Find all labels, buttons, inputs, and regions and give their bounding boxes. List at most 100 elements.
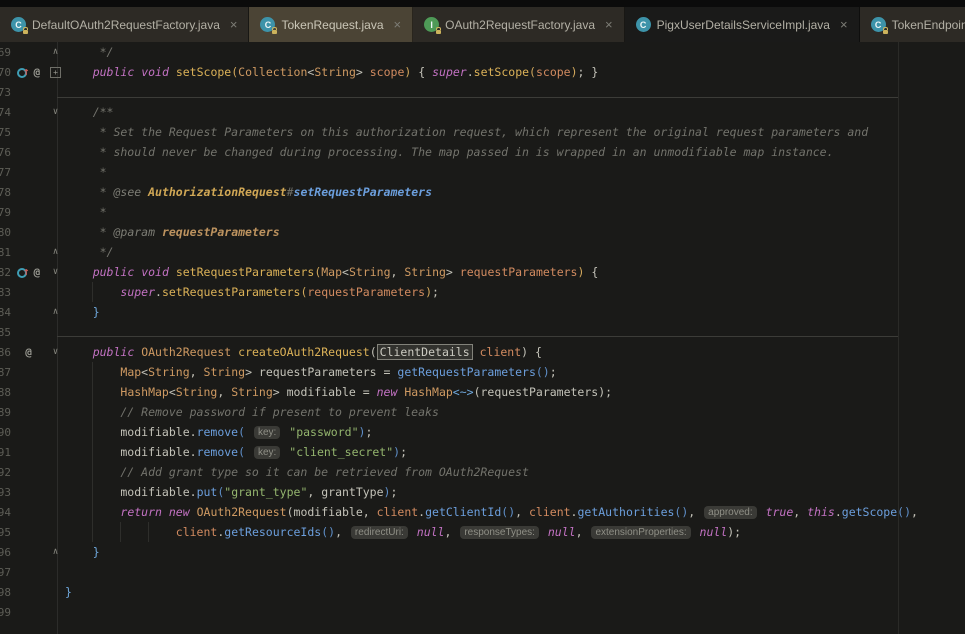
line-number[interactable]: 96 bbox=[0, 546, 11, 559]
override-arrow-icon: ↑ bbox=[23, 65, 30, 78]
fold-marker[interactable]: ∨ bbox=[46, 107, 65, 117]
line-number[interactable]: 85 bbox=[0, 326, 11, 339]
code-line-77[interactable]: 77 * bbox=[0, 162, 965, 182]
gutter-icons bbox=[11, 182, 46, 202]
fold-marker[interactable]: ∨ bbox=[46, 267, 65, 277]
code-line-75[interactable]: 75 * Set the Request Parameters on this … bbox=[0, 122, 965, 142]
code-line-89[interactable]: 89 // Remove password if present to prev… bbox=[0, 402, 965, 422]
code-line-82[interactable]: 82↑@∨ public void setRequestParameters(M… bbox=[0, 262, 965, 282]
code-line-81[interactable]: 81∧ */ bbox=[0, 242, 965, 262]
line-number[interactable]: 83 bbox=[0, 286, 11, 299]
close-icon[interactable]: × bbox=[230, 17, 238, 32]
lock-icon bbox=[23, 30, 28, 34]
fold-marker[interactable]: ∧ bbox=[46, 47, 65, 57]
line-number[interactable]: 75 bbox=[0, 126, 11, 139]
line-number[interactable]: 78 bbox=[0, 186, 11, 199]
line-number[interactable]: 76 bbox=[0, 146, 11, 159]
code-line-84[interactable]: 84∧ } bbox=[0, 302, 965, 322]
line-number[interactable]: 87 bbox=[0, 366, 11, 379]
fold-marker[interactable]: ∧ bbox=[46, 247, 65, 257]
line-number[interactable]: 77 bbox=[0, 166, 11, 179]
code-text: * should never be changed during process… bbox=[65, 145, 834, 159]
line-number[interactable]: 69 bbox=[0, 46, 11, 59]
code-line-96[interactable]: 96∧ } bbox=[0, 542, 965, 562]
code-text: */ bbox=[65, 45, 113, 59]
class-file-icon: C bbox=[871, 17, 886, 32]
line-number[interactable]: 89 bbox=[0, 406, 11, 419]
line-number[interactable]: 81 bbox=[0, 246, 11, 259]
tab-label: OAuth2RequestFactory.java bbox=[445, 18, 595, 32]
line-number[interactable]: 91 bbox=[0, 446, 11, 459]
line-number[interactable]: 84 bbox=[0, 306, 11, 319]
gutter-icons bbox=[11, 602, 46, 622]
close-icon[interactable]: × bbox=[840, 17, 848, 32]
code-line-70[interactable]: 70↑@+ public void setScope(Collection<St… bbox=[0, 62, 965, 82]
gutter-icons bbox=[11, 542, 46, 562]
code-line-86[interactable]: 86@∨ public OAuth2Request createOAuth2Re… bbox=[0, 342, 965, 362]
line-number[interactable]: 97 bbox=[0, 566, 11, 579]
line-number[interactable]: 74 bbox=[0, 106, 11, 119]
code-line-87[interactable]: 87 Map<String, String> requestParameters… bbox=[0, 362, 965, 382]
fold-plus-icon: + bbox=[50, 67, 61, 78]
tab-label: DefaultOAuth2RequestFactory.java bbox=[32, 18, 220, 32]
gutter-icons bbox=[11, 382, 46, 402]
line-number[interactable]: 86 bbox=[0, 346, 11, 359]
code-line-97[interactable]: 97 bbox=[0, 562, 965, 582]
line-number[interactable]: 82 bbox=[0, 266, 11, 279]
gutter-icons bbox=[11, 42, 46, 62]
code-line-98[interactable]: 98} bbox=[0, 582, 965, 602]
line-number[interactable]: 99 bbox=[0, 606, 11, 619]
line-number[interactable]: 93 bbox=[0, 486, 11, 499]
line-number[interactable]: 80 bbox=[0, 226, 11, 239]
line-number[interactable]: 94 bbox=[0, 506, 11, 519]
fold-marker[interactable]: ∧ bbox=[46, 307, 65, 317]
tab-label: TokenEndpoint.ja bbox=[892, 18, 965, 32]
line-number[interactable]: 88 bbox=[0, 386, 11, 399]
code-line-69[interactable]: 69 ∧ */ bbox=[0, 42, 965, 62]
code-line-79[interactable]: 79 * bbox=[0, 202, 965, 222]
fold-marker[interactable]: + bbox=[46, 67, 65, 78]
tab-defaultoauth2requestfactory-java[interactable]: C DefaultOAuth2RequestFactory.java × bbox=[0, 7, 249, 42]
tab-pigxuserdetailsserviceimpl-java[interactable]: CPigxUserDetailsServiceImpl.java× bbox=[625, 7, 860, 42]
code-line-92[interactable]: 92 // Add grant type so it can be retrie… bbox=[0, 462, 965, 482]
line-number[interactable]: 92 bbox=[0, 466, 11, 479]
class-file-icon: C bbox=[11, 17, 26, 32]
override-marker-icon[interactable]: ↑ bbox=[17, 263, 30, 282]
code-text: modifiable.remove( key: "client_secret")… bbox=[65, 445, 407, 460]
tab-oauth2requestfactory-java[interactable]: IOAuth2RequestFactory.java× bbox=[413, 7, 624, 42]
code-line-93[interactable]: 93 modifiable.put("grant_type", grantTyp… bbox=[0, 482, 965, 502]
tab-bar: CDefaultOAuth2RequestFactory.java×CToken… bbox=[0, 7, 965, 42]
code-line-76[interactable]: 76 * should never be changed during proc… bbox=[0, 142, 965, 162]
code-line-73[interactable]: 73 bbox=[0, 82, 965, 102]
line-number[interactable]: 90 bbox=[0, 426, 11, 439]
close-icon[interactable]: × bbox=[605, 17, 613, 32]
annotation-at-icon: @ bbox=[34, 266, 41, 279]
code-line-94[interactable]: 94 return new OAuth2Request(modifiable, … bbox=[0, 502, 965, 522]
code-line-91[interactable]: 91 modifiable.remove( key: "client_secre… bbox=[0, 442, 965, 462]
code-line-83[interactable]: 83 super.setRequestParameters(requestPar… bbox=[0, 282, 965, 302]
line-number[interactable]: 73 bbox=[0, 86, 11, 99]
gutter-icons bbox=[11, 362, 46, 382]
override-marker-icon[interactable]: ↑ bbox=[17, 63, 30, 82]
gutter-icons bbox=[11, 122, 46, 142]
code-line-80[interactable]: 80 * @param requestParameters bbox=[0, 222, 965, 242]
fold-marker[interactable]: ∧ bbox=[46, 547, 65, 557]
code-editor[interactable]: 69∧ */70↑@+ public void setScope(Collect… bbox=[0, 42, 965, 634]
tab-tokenendpoint-ja[interactable]: C TokenEndpoint.ja bbox=[860, 7, 965, 42]
code-line-99[interactable]: 99 bbox=[0, 602, 965, 622]
code-text: client.getResourceIds(), redirectUri: nu… bbox=[65, 525, 741, 540]
fold-marker[interactable]: ∨ bbox=[46, 347, 65, 357]
code-line-74[interactable]: 74∨ /** bbox=[0, 102, 965, 122]
code-line-90[interactable]: 90 modifiable.remove( key: "password"); bbox=[0, 422, 965, 442]
code-line-95[interactable]: 95 client.getResourceIds(), redirectUri:… bbox=[0, 522, 965, 542]
tab-tokenrequest-java[interactable]: CTokenRequest.java× bbox=[249, 7, 413, 42]
code-line-85[interactable]: 85 bbox=[0, 322, 965, 342]
line-number[interactable]: 95 bbox=[0, 526, 11, 539]
gutter-icons: ↑@ bbox=[11, 262, 46, 282]
line-number[interactable]: 79 bbox=[0, 206, 11, 219]
code-line-78[interactable]: 78 * @see AuthorizationRequest#setReques… bbox=[0, 182, 965, 202]
line-number[interactable]: 98 bbox=[0, 586, 11, 599]
code-line-88[interactable]: 88 HashMap<String, String> modifiable = … bbox=[0, 382, 965, 402]
close-icon[interactable]: × bbox=[394, 17, 402, 32]
line-number[interactable]: 70 bbox=[0, 66, 11, 79]
